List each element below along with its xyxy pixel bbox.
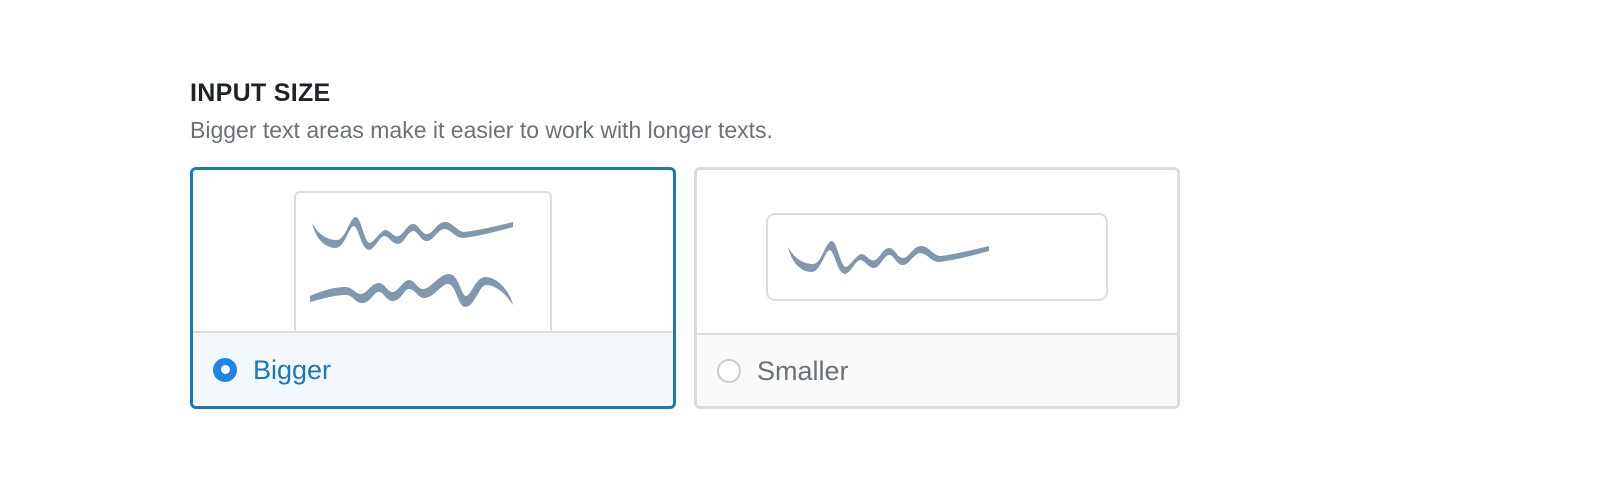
scribble-line-1 [312,216,513,250]
smaller-footer[interactable]: Smaller [697,333,1177,406]
option-bigger[interactable]: Bigger [190,167,676,409]
radio-smaller[interactable] [717,358,741,383]
option-smaller[interactable]: Smaller [694,167,1180,409]
scribble-line-2 [310,274,513,307]
section-title: INPUT SIZE [190,79,331,107]
input-size-section: INPUT SIZE Bigger text areas make it eas… [190,78,773,144]
section-description: Bigger text areas make it easier to work… [190,117,773,143]
smaller-preview [697,170,1177,333]
option-label-bigger: Bigger [253,354,332,385]
textarea-illustration [294,191,552,331]
textarea-outline [294,191,552,331]
option-label-smaller: Smaller [757,355,849,386]
bigger-footer[interactable]: Bigger [193,331,673,406]
radio-bigger[interactable] [213,357,237,382]
scribble-line [788,240,989,274]
input-illustration [766,213,1108,301]
bigger-preview [193,170,673,331]
input-size-options: Bigger Smaller [190,167,1180,409]
